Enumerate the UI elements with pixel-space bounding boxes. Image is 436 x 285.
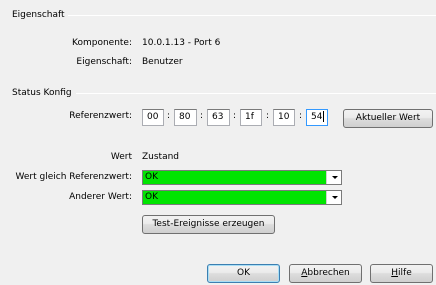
mac-separator: : xyxy=(233,111,237,121)
eigenschaft-group-line xyxy=(68,15,436,16)
status-group-title: Status Konfig xyxy=(12,88,72,98)
status-group-line xyxy=(76,93,436,94)
wert-gleich-value: OK xyxy=(145,172,158,182)
hilfe-button[interactable]: Hilfe xyxy=(370,264,433,283)
mac-octet-5[interactable]: 10 xyxy=(273,109,295,126)
wert-gleich-label: Wert gleich Referenzwert: xyxy=(15,172,132,182)
abbrechen-button[interactable]: Abbrechen xyxy=(289,264,362,283)
mac-separator: : xyxy=(200,111,204,121)
eigenschaft-group-title: Eigenschaft xyxy=(12,10,65,20)
eigenschaft-label: Eigenschaft: xyxy=(76,57,132,67)
mac-octet-6-text: 54 xyxy=(311,112,323,122)
mac-octet-6[interactable]: 54 xyxy=(306,109,328,126)
chevron-down-icon[interactable] xyxy=(326,171,341,184)
ok-button[interactable]: OK xyxy=(207,264,280,283)
chevron-down-icon[interactable] xyxy=(326,191,341,204)
mac-separator: : xyxy=(167,111,171,121)
mac-separator: : xyxy=(299,111,303,121)
mac-separator: : xyxy=(266,111,270,121)
text-caret xyxy=(323,111,325,122)
mac-octet-2[interactable]: 80 xyxy=(174,109,197,126)
eigenschaft-value: Benutzer xyxy=(142,57,183,67)
abbrechen-label: bbrechen xyxy=(307,268,350,278)
mac-octet-1[interactable]: 00 xyxy=(142,109,164,126)
mac-octet-3[interactable]: 63 xyxy=(207,109,230,126)
test-ereignisse-button[interactable]: Test-Ereignisse erzeugen xyxy=(142,215,275,234)
hilfe-label: ilfe xyxy=(398,268,412,278)
anderer-wert-dropdown[interactable]: OK xyxy=(142,190,342,205)
mac-octet-4[interactable]: 1f xyxy=(240,109,262,126)
referenzwert-label: Referenzwert: xyxy=(69,111,132,121)
anderer-wert-label: Anderer Wert: xyxy=(69,192,132,202)
wert-column-label: Wert xyxy=(110,152,132,162)
anderer-wert-value: OK xyxy=(145,192,158,202)
komponente-label: Komponente: xyxy=(72,38,132,48)
komponente-value: 10.0.1.13 - Port 6 xyxy=(142,38,221,48)
hilfe-mnemonic: H xyxy=(391,268,399,278)
wert-gleich-dropdown[interactable]: OK xyxy=(142,170,342,185)
aktueller-wert-button[interactable]: Aktueller Wert xyxy=(343,109,433,128)
zustand-column-label: Zustand xyxy=(142,152,180,162)
